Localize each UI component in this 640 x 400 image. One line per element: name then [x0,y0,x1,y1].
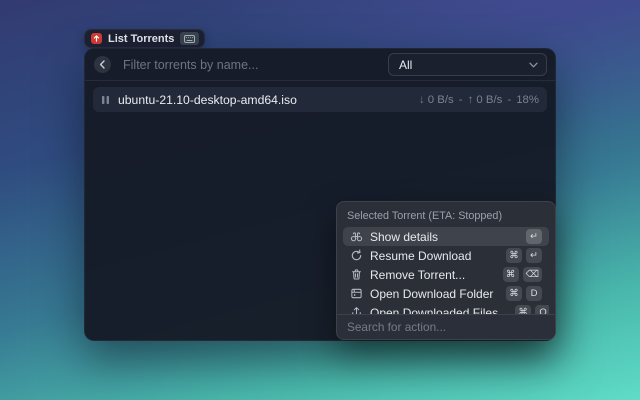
progress-percent: 18% [516,93,539,106]
torrent-list: ubuntu-21.10-desktop-amd64.iso ↓ 0 B/s -… [85,81,555,118]
torrent-row[interactable]: ubuntu-21.10-desktop-amd64.iso ↓ 0 B/s -… [93,87,547,112]
action-panel-title: Selected Torrent (ETA: Stopped) [347,210,503,222]
action-search-bar [337,314,555,339]
action-remove-torrent[interactable]: Remove Torrent... ⌘ ⌫ [343,265,549,284]
stats-separator: - [458,93,463,106]
action-open-downloaded-files[interactable]: Open Downloaded Files... ⌘ O [343,303,549,314]
binoculars-icon [350,230,363,243]
keycap-cmd: ⌘ [506,286,522,301]
dropdown-selected-value: All [399,57,413,72]
back-button[interactable] [94,56,111,73]
keycap-cmd: ⌘ [506,248,522,263]
keycap-return: ↵ [526,248,542,263]
action-panel-list: Show details ↵ Resume Download ⌘ ↵ Remov… [343,227,549,314]
open-files-icon [350,306,363,314]
keyboard-icon [180,32,200,45]
keycap-letter: O [535,305,549,314]
stats-separator: - [507,93,512,106]
keycap-cmd: ⌘ [502,267,519,282]
keycap-letter: D [526,286,542,301]
action-search-input[interactable] [337,320,555,334]
filter-input[interactable] [111,57,388,72]
search-bar: All [85,49,555,80]
keycap-cmd: ⌘ [515,305,532,314]
command-badge: List Torrents [84,29,206,48]
keycap-return: ↵ [526,229,542,244]
chevron-down-icon [529,62,538,68]
command-badge-title: List Torrents [108,32,175,45]
folder-icon [350,287,363,300]
torrent-name: ubuntu-21.10-desktop-amd64.iso [118,92,297,107]
action-show-details[interactable]: Show details ↵ [343,227,549,246]
chevron-left-icon [99,60,106,69]
action-panel: Selected Torrent (ETA: Stopped) Show det… [336,201,556,340]
keycap-delete: ⌫ [522,267,542,282]
download-speed: ↓ 0 B/s [418,93,454,106]
action-resume-download[interactable]: Resume Download ⌘ ↵ [343,246,549,265]
refresh-icon [350,249,363,262]
desktop-background: { "badge": { "title": "List Torrents", "… [0,0,640,400]
action-open-download-folder[interactable]: Open Download Folder ⌘ D [343,284,549,303]
upload-speed: ↑ 0 B/s [467,93,503,106]
trash-icon [350,268,363,281]
transmission-icon [91,33,102,44]
pause-icon [101,95,110,105]
status-filter-dropdown[interactable]: All [388,53,547,76]
torrent-stats: ↓ 0 B/s - ↑ 0 B/s - 18% [419,94,539,106]
